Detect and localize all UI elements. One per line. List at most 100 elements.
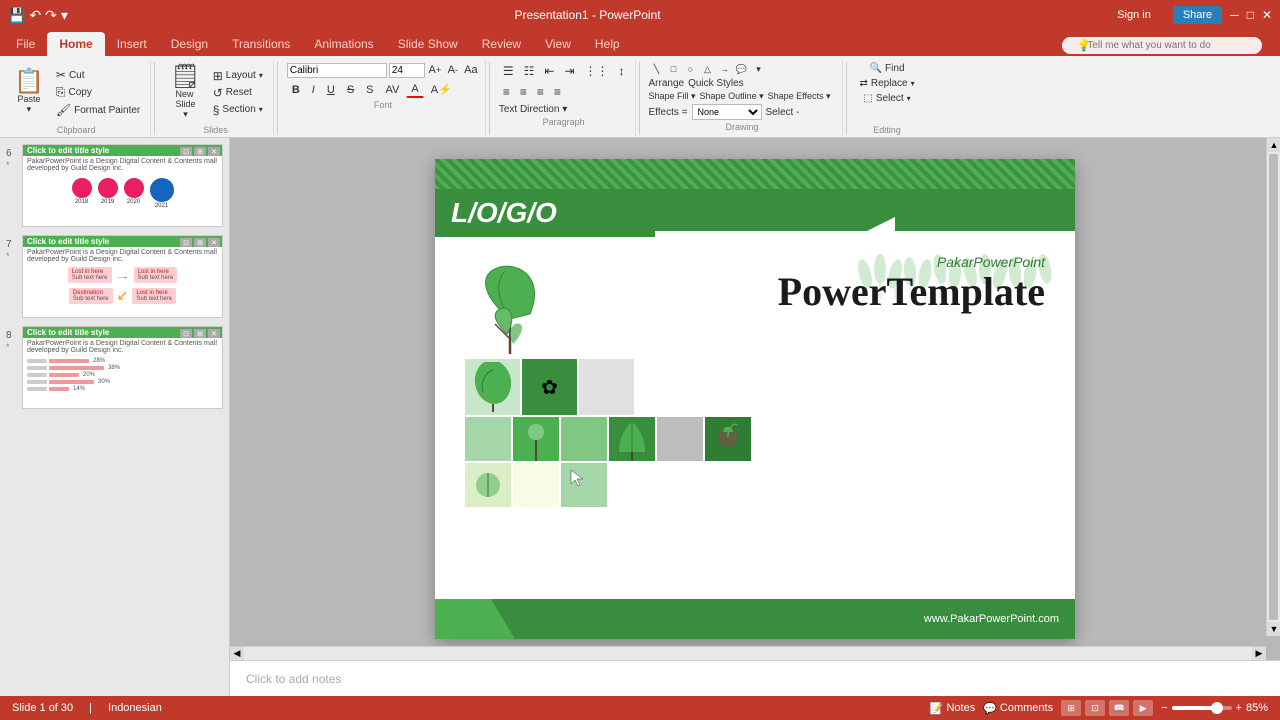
minimize-icon[interactable]: ─ xyxy=(1230,8,1239,22)
oval-shape[interactable]: ○ xyxy=(683,62,699,76)
close-icon[interactable]: ✕ xyxy=(1262,8,1272,22)
numbering-button[interactable]: ☷ xyxy=(520,62,539,80)
notes-input-area[interactable]: Click to add notes xyxy=(230,660,1280,696)
app-title: Presentation1 - PowerPoint xyxy=(68,8,1107,22)
align-right-button[interactable]: ≡ xyxy=(533,83,548,101)
tell-me-input[interactable] xyxy=(1062,37,1262,54)
strikethrough-button[interactable]: S xyxy=(342,82,359,98)
slide-thumb-6[interactable]: 6 * Click to edit title style ⊡ ⊞ ✕ Paka… xyxy=(22,144,223,227)
cut-icon: ✂ xyxy=(56,68,66,82)
sign-in-button[interactable]: Sign in xyxy=(1107,6,1161,24)
rect-shape[interactable]: □ xyxy=(666,62,682,76)
slide-sorter-button[interactable]: ⊡ xyxy=(1085,700,1105,716)
bold-button[interactable]: B xyxy=(287,82,305,98)
para-row2: ≡ ≡ ≡ ≡ xyxy=(499,83,629,101)
slideshow-button[interactable]: ▶ xyxy=(1133,700,1153,716)
arrow-shape[interactable]: → xyxy=(717,62,733,76)
tab-transitions[interactable]: Transitions xyxy=(220,32,302,56)
slide-thumb-8[interactable]: 8 * Click to edit title style ⊡ ⊞ ✕ Paka… xyxy=(22,326,223,409)
tab-help[interactable]: Help xyxy=(583,32,632,56)
line-spacing-button[interactable]: ↕ xyxy=(615,62,629,80)
font-color-button[interactable]: A xyxy=(406,81,423,98)
select-button[interactable]: ⬚ Select ▾ xyxy=(859,92,914,105)
scroll-up-arrow[interactable]: ▲ xyxy=(1267,138,1280,152)
cut-button[interactable]: ✂ Cut xyxy=(52,67,144,83)
font-shrink-button[interactable]: A- xyxy=(445,62,461,78)
align-left-button[interactable]: ≡ xyxy=(499,83,514,101)
slide-thumb-7[interactable]: 7 * Click to edit title style ⊡ ⊞ ✕ Paka… xyxy=(22,235,223,318)
font-grow-button[interactable]: A+ xyxy=(427,62,443,78)
vertical-scrollbar[interactable]: ▲ ▼ xyxy=(1266,138,1280,636)
redo-icon[interactable]: ↷ xyxy=(45,7,57,24)
horizontal-scrollbar[interactable]: ◀ ▶ xyxy=(230,646,1266,660)
scroll-down-arrow[interactable]: ▼ xyxy=(1267,622,1280,636)
comments-button[interactable]: 💬 Comments xyxy=(983,702,1053,715)
scroll-left-arrow[interactable]: ◀ xyxy=(230,647,244,661)
slide-8-box[interactable]: Click to edit title style ⊡ ⊞ ✕ PakarPow… xyxy=(22,326,223,409)
italic-button[interactable]: I xyxy=(307,82,320,98)
tab-design[interactable]: Design xyxy=(159,32,220,56)
tab-slideshow[interactable]: Slide Show xyxy=(386,32,470,56)
normal-view-button[interactable]: ⊞ xyxy=(1061,700,1081,716)
font-name-input[interactable] xyxy=(287,63,387,78)
align-center-button[interactable]: ≡ xyxy=(516,83,531,101)
quick-styles-button[interactable]: Quick Styles xyxy=(688,78,744,89)
tab-review[interactable]: Review xyxy=(470,32,533,56)
shape-outline-button[interactable]: Shape Outline ▾ xyxy=(700,91,764,102)
char-spacing-button[interactable]: AV xyxy=(381,82,405,98)
layout-button[interactable]: ⊞ Layout ▾ xyxy=(209,68,267,84)
reading-view-button[interactable]: 📖 xyxy=(1109,700,1129,716)
zoom-slider-thumb[interactable] xyxy=(1211,702,1223,714)
arrange-button[interactable]: Arrange xyxy=(649,78,685,89)
brand-sub-text: PakarPowerPoint xyxy=(778,254,1045,270)
tab-home[interactable]: Home xyxy=(47,32,104,56)
indent-decrease-button[interactable]: ⇤ xyxy=(540,62,558,80)
indent-increase-button[interactable]: ⇥ xyxy=(560,62,578,80)
new-slide-button[interactable]: 🗒 NewSlide ▾ xyxy=(164,63,206,122)
more-shapes[interactable]: ▾ xyxy=(751,62,767,76)
tab-view[interactable]: View xyxy=(533,32,583,56)
callout-shape[interactable]: 💬 xyxy=(734,62,750,76)
paste-button[interactable]: 📋 Paste ▾ xyxy=(8,68,50,117)
effects-select[interactable]: None xyxy=(692,104,762,120)
slides-label: Slides xyxy=(203,125,228,135)
bullets-button[interactable]: ☰ xyxy=(499,62,518,80)
para-row3: Text Direction ▾ xyxy=(499,104,629,115)
section-button[interactable]: § Section ▾ xyxy=(209,102,267,118)
slide-6-box[interactable]: Click to edit title style ⊡ ⊞ ✕ PakarPow… xyxy=(22,144,223,227)
tab-animations[interactable]: Animations xyxy=(302,32,385,56)
main-slide[interactable]: L/O/G/O xyxy=(435,159,1075,639)
shape-effects-button[interactable]: Shape Effects ▾ xyxy=(768,91,831,102)
font-highlight-button[interactable]: A⚡ xyxy=(426,81,457,98)
format-painter-button[interactable]: 🖌 Format Painter xyxy=(52,102,144,118)
reset-button[interactable]: ↺ Reset xyxy=(209,85,267,101)
font-size-input[interactable] xyxy=(389,63,425,78)
zoom-out-button[interactable]: − xyxy=(1161,702,1167,714)
line-shape[interactable]: ╲ xyxy=(649,62,665,76)
scroll-right-arrow[interactable]: ▶ xyxy=(1252,647,1266,661)
zoom-slider[interactable] xyxy=(1172,706,1232,710)
maximize-icon[interactable]: □ xyxy=(1247,8,1254,22)
scroll-thumb-v[interactable] xyxy=(1269,154,1278,620)
tab-insert[interactable]: Insert xyxy=(105,32,159,56)
undo-icon[interactable]: ↶ xyxy=(29,7,41,24)
justify-button[interactable]: ≡ xyxy=(550,83,565,101)
underline-button[interactable]: U xyxy=(322,82,340,98)
clear-formatting-button[interactable]: Aa xyxy=(463,62,479,78)
share-button[interactable]: Share xyxy=(1173,6,1222,24)
photo-cell-6 xyxy=(561,417,607,461)
columns-button[interactable]: ⋮⋮ xyxy=(581,62,613,80)
shape-fill-button[interactable]: Shape Fill ▾ xyxy=(649,91,696,102)
triangle-shape[interactable]: △ xyxy=(700,62,716,76)
save-icon[interactable]: 💾 xyxy=(8,7,25,24)
find-button[interactable]: 🔍 Find xyxy=(866,62,909,75)
text-direction-button[interactable]: Text Direction ▾ xyxy=(499,104,567,115)
text-shadow-button[interactable]: S xyxy=(361,82,378,98)
replace-button[interactable]: ⇄ Replace ▾ xyxy=(856,77,919,90)
zoom-in-button[interactable]: + xyxy=(1236,702,1242,714)
tab-file[interactable]: File xyxy=(4,32,47,56)
more-icon[interactable]: ▾ xyxy=(61,7,68,24)
slide-7-box[interactable]: Click to edit title style ⊡ ⊞ ✕ PakarPow… xyxy=(22,235,223,318)
copy-button[interactable]: ⎘ Copy xyxy=(52,84,144,101)
notes-button[interactable]: 📝 Notes xyxy=(930,702,975,715)
